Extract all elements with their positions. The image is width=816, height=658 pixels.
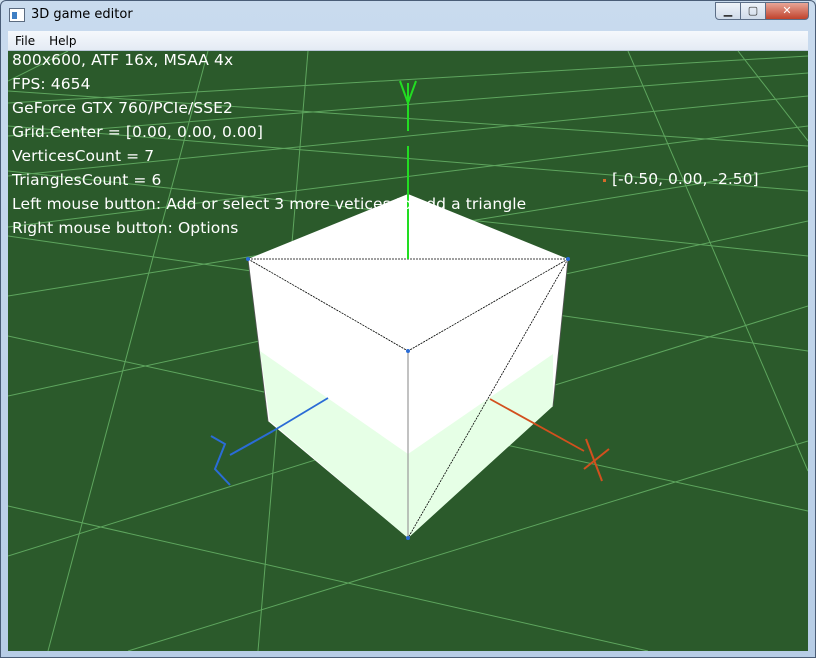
vertex-marker[interactable]	[406, 349, 410, 353]
info-right-mouse-hint: Right mouse button: Options	[12, 219, 239, 237]
cursor-vertex-marker	[603, 179, 606, 182]
info-grid-center: Grid.Center = [0.00, 0.00, 0.00]	[12, 123, 264, 141]
maximize-button[interactable]: ▢	[740, 2, 766, 20]
info-resolution: 800x600, ATF 16x, MSAA 4x	[12, 51, 234, 69]
close-button[interactable]: ✕	[765, 2, 809, 20]
info-fps: FPS: 4654	[12, 75, 91, 93]
menu-help[interactable]: Help	[42, 34, 83, 48]
vertex-marker[interactable]	[566, 257, 570, 261]
menu-file[interactable]: File	[8, 34, 42, 48]
info-triangles-count: TrianglesCount = 6	[12, 171, 162, 189]
vertex-marker[interactable]	[406, 536, 410, 540]
app-icon[interactable]	[9, 8, 25, 22]
info-vertices-count: VerticesCount = 7	[12, 147, 155, 165]
cursor-coordinate-label: [-0.50, 0.00, -2.50]	[612, 170, 759, 188]
app-window: 3D game editor ▁ ▢ ✕ File Help 800x600, …	[0, 0, 816, 658]
window-title: 3D game editor	[31, 7, 133, 22]
scene-canvas[interactable]	[8, 51, 808, 651]
title-bar[interactable]: 3D game editor ▁ ▢ ✕	[1, 1, 815, 31]
3d-viewport[interactable]: 800x600, ATF 16x, MSAA 4x FPS: 4654 GeFo…	[8, 51, 808, 651]
menu-bar: File Help	[8, 31, 808, 51]
vertex-marker[interactable]	[246, 257, 250, 261]
info-left-mouse-hint: Left mouse button: Add or select 3 more …	[12, 195, 527, 213]
info-gpu: GeForce GTX 760/PCIe/SSE2	[12, 99, 234, 117]
minimize-button[interactable]: ▁	[715, 2, 741, 20]
caption-buttons: ▁ ▢ ✕	[715, 2, 809, 20]
